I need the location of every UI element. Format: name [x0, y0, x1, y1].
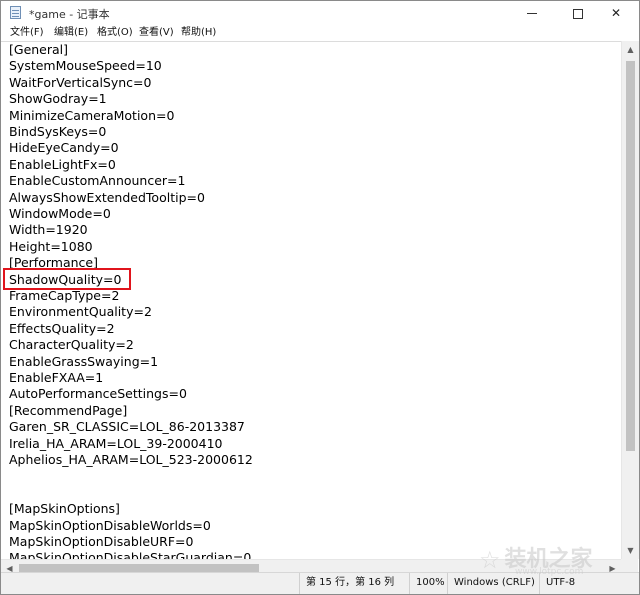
maximize-icon: [573, 8, 583, 19]
watermark-url: www.lotpc.com: [515, 567, 584, 577]
editor-line: FrameCapType=2: [9, 288, 120, 303]
text-editor[interactable]: [General] SystemMouseSpeed=10 WaitForVer…: [1, 41, 621, 560]
editor-line: BindSysKeys=0: [9, 124, 107, 139]
editor-line: EffectsQuality=2: [9, 320, 115, 336]
highlight-annotation-box: [3, 268, 131, 290]
status-zoom: 100%: [409, 573, 447, 594]
vertical-scrollbar[interactable]: ▲ ▼: [621, 41, 639, 559]
star-icon: ☆: [479, 546, 501, 574]
editor-line: EnableCustomAnnouncer=1: [9, 173, 186, 189]
editor-line: Width=1920: [9, 222, 88, 238]
window-title: *game - 记事本: [29, 8, 110, 21]
editor-line: Garen_SR_CLASSIC=LOL_86-2013387: [9, 419, 245, 435]
editor-line: SystemMouseSpeed=10: [9, 58, 162, 74]
menu-view[interactable]: 查看(V): [139, 25, 174, 41]
menu-help[interactable]: 帮助(H): [181, 25, 216, 41]
editor-line: MapSkinOptionDisableWorlds=0: [9, 517, 211, 533]
scroll-up-icon[interactable]: ▲: [622, 41, 639, 58]
watermark-logo: ☆ 装机之家 www.lotpc.com: [479, 541, 629, 581]
editor-line: EnableFXAA=1: [9, 370, 104, 385]
editor-line: AlwaysShowExtendedTooltip=0: [9, 189, 205, 205]
minimize-button[interactable]: [509, 1, 555, 25]
editor-line: [MapSkinOptions]: [9, 501, 120, 517]
editor-line: WaitForVerticalSync=0: [9, 74, 152, 90]
vertical-scroll-thumb[interactable]: [626, 61, 635, 451]
editor-line: MinimizeCameraMotion=0: [9, 107, 175, 123]
editor-line: Height=1080: [9, 238, 93, 254]
menu-edit[interactable]: 编辑(E): [54, 25, 88, 41]
menu-format[interactable]: 格式(O): [97, 25, 133, 41]
minimize-icon: [527, 13, 537, 14]
editor-line: WindowMode=0: [9, 206, 111, 221]
editor-line: HideEyeCandy=0: [9, 140, 119, 156]
editor-line: EnableLightFx=0: [9, 156, 116, 172]
title-bar[interactable]: *game - 记事本 ✕: [1, 1, 639, 25]
editor-line: CharacterQuality=2: [9, 337, 134, 353]
close-button[interactable]: ✕: [593, 1, 639, 25]
editor-line: ShowGodray=1: [9, 91, 107, 107]
menu-file[interactable]: 文件(F): [10, 25, 44, 41]
notepad-icon: [10, 6, 21, 19]
notepad-window: *game - 记事本 ✕ 文件(F) 编辑(E) 格式(O) 查看(V) 帮助…: [0, 0, 640, 595]
status-cursor-position: 第 15 行，第 16 列: [299, 573, 409, 594]
editor-line: EnableGrassSwaying=1: [9, 353, 159, 369]
close-icon: ✕: [610, 6, 622, 20]
editor-line: [RecommendPage]: [9, 402, 128, 418]
menu-bar: 文件(F) 编辑(E) 格式(O) 查看(V) 帮助(H): [1, 25, 639, 41]
editor-line: Aphelios_HA_ARAM=LOL_523-2000612: [9, 452, 253, 467]
editor-line: MapSkinOptionDisableURF=0: [9, 534, 194, 549]
editor-line: Irelia_HA_ARAM=LOL_39-2000410: [9, 435, 223, 451]
editor-line: [General]: [9, 42, 69, 57]
editor-line: EnvironmentQuality=2: [9, 304, 152, 320]
editor-line: AutoPerformanceSettings=0: [9, 386, 187, 402]
